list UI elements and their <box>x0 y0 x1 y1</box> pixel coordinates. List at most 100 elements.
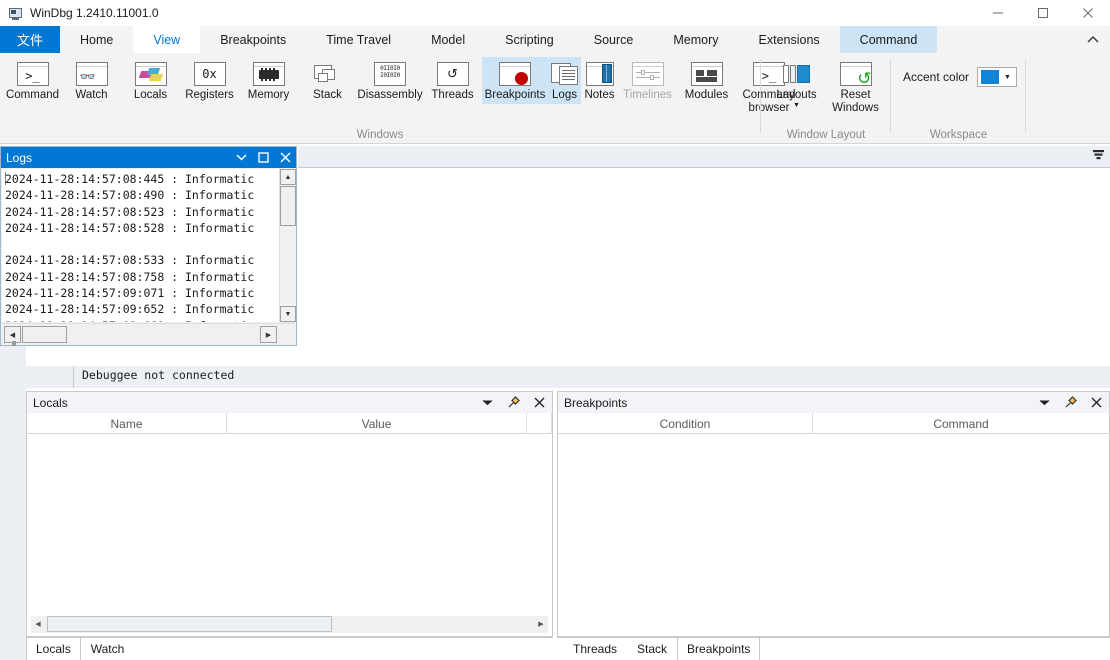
locals-column-filler <box>527 413 552 434</box>
pin-icon[interactable] <box>1057 392 1083 413</box>
pin-icon[interactable] <box>500 392 526 413</box>
windbg-window: WinDbg 1.2410.11001.0 文件 Home View Break… <box>0 0 1110 660</box>
ribbon-tab-home[interactable]: Home <box>60 26 133 53</box>
scroll-right-arrow[interactable]: ▶ <box>260 326 277 343</box>
disassembly-binary-icon: 0II0I0I0I0I0 <box>374 62 406 86</box>
ribbon-tab-view[interactable]: View <box>133 26 200 53</box>
dock-header-empty <box>298 146 1110 168</box>
reset-windows-icon: ↺ <box>840 62 872 86</box>
chevron-down-icon[interactable]: ▼ <box>793 102 800 110</box>
ribbon-tab-time-travel[interactable]: Time Travel <box>306 26 411 53</box>
accent-color-label: Accent color <box>903 70 969 84</box>
scroll-up-arrow[interactable]: ▲ <box>280 169 296 185</box>
bottom-tab-watch[interactable]: Watch <box>81 637 135 660</box>
registers-0x-icon: 0x <box>194 62 226 86</box>
ribbon-button-disassembly[interactable]: 0II0I0I0I0I0 Disassembly <box>357 57 423 104</box>
ribbon-button-reset-windows[interactable]: ↺ Reset Windows <box>826 57 885 116</box>
close-icon[interactable] <box>526 392 552 413</box>
breakpoints-column-command[interactable]: Command <box>813 413 1109 434</box>
left-gutter <box>0 346 26 660</box>
ribbon-tab-file[interactable]: 文件 <box>0 26 60 53</box>
status-message: Debuggee not connected <box>82 368 234 382</box>
ribbon-button-memory[interactable]: Memory <box>239 57 298 104</box>
logs-vertical-scrollbar[interactable]: ▲ ▼ <box>279 169 295 322</box>
horizontal-scroll-thumb[interactable] <box>47 616 332 632</box>
ribbon-button-watch[interactable]: 👓 Watch <box>62 57 121 104</box>
locals-column-name[interactable]: Name <box>27 413 227 434</box>
command-prompt-icon: >_ <box>17 62 49 86</box>
ribbon-tab-strip: 文件 Home View Breakpoints Time Travel Mod… <box>0 26 1110 53</box>
ribbon-group-window-layout: Layouts ▼ ↺ Reset Windows Window Layout <box>761 53 891 144</box>
locals-column-value[interactable]: Value <box>227 413 527 434</box>
maximize-icon[interactable] <box>252 147 274 168</box>
locals-horizontal-scrollbar[interactable]: ◀ ▶ <box>31 616 548 633</box>
ribbon-button-stack[interactable]: Stack <box>298 57 357 104</box>
ribbon-tab-model[interactable]: Model <box>411 26 485 53</box>
breakpoint-dot-icon <box>499 62 531 86</box>
breakpoints-pane: Breakpoints Condition Command <box>557 391 1110 637</box>
ribbon-tab-memory[interactable]: Memory <box>653 26 738 53</box>
bottom-tab-locals[interactable]: Locals <box>26 637 81 660</box>
locals-blocks-icon <box>135 62 167 86</box>
maximize-button[interactable] <box>1020 0 1065 26</box>
accent-color-swatch <box>981 70 999 84</box>
ribbon-tab-extensions[interactable]: Extensions <box>739 26 840 53</box>
locals-column-headers: Name Value <box>27 413 552 434</box>
breakpoints-column-condition[interactable]: Condition <box>558 413 813 434</box>
chevron-down-icon[interactable] <box>230 147 252 168</box>
timelines-slider-icon <box>632 62 664 86</box>
ribbon-button-logs[interactable]: Logs <box>548 57 581 104</box>
logs-text-area[interactable]: 2024-11-28:14:57:08:445 : Informatic 202… <box>2 169 295 322</box>
title-bar: WinDbg 1.2410.11001.0 <box>0 0 1110 26</box>
ribbon-button-notes[interactable]: Notes <box>581 57 618 104</box>
ribbon-button-timelines[interactable]: Timelines <box>618 57 677 104</box>
scroll-right-arrow[interactable]: ▶ <box>534 616 548 632</box>
bottom-tab-threads[interactable]: Threads <box>563 637 627 660</box>
ribbon-tab-command[interactable]: Command <box>840 26 938 53</box>
close-button[interactable] <box>1065 0 1110 26</box>
scroll-down-arrow[interactable]: ▼ <box>280 306 296 322</box>
chevron-down-icon[interactable] <box>1031 392 1057 413</box>
close-icon[interactable] <box>274 147 296 168</box>
window-title: WinDbg 1.2410.11001.0 <box>30 6 159 20</box>
locals-tab-row: Locals Watch <box>26 637 553 660</box>
minimize-button[interactable] <box>975 0 1020 26</box>
breakpoints-pane-header: Breakpoints <box>558 392 1109 413</box>
ribbon-tab-source[interactable]: Source <box>574 26 654 53</box>
breakpoints-rows[interactable] <box>558 434 1109 636</box>
bottom-tab-breakpoints[interactable]: Breakpoints <box>677 637 760 660</box>
filter-icon[interactable] <box>1092 149 1105 164</box>
ribbon-button-registers[interactable]: 0x Registers <box>180 57 239 104</box>
logs-title-label: Logs <box>6 151 32 165</box>
threads-loop-icon: ↺ <box>437 62 469 86</box>
windbg-app-icon <box>7 5 23 21</box>
ribbon-body: >_ Command 👓 Watch Locals <box>0 53 1110 144</box>
ribbon-button-layouts[interactable]: Layouts ▼ <box>767 57 826 112</box>
status-cell-empty <box>26 366 74 388</box>
close-icon[interactable] <box>1083 392 1109 413</box>
bottom-tab-stack[interactable]: Stack <box>627 637 677 660</box>
ribbon-button-command[interactable]: >_ Command <box>3 57 62 104</box>
ribbon-group-label-workspace: Workspace <box>891 129 1026 141</box>
logs-title-bar: Logs <box>1 147 296 168</box>
accent-color-picker[interactable]: ▼ <box>977 67 1017 87</box>
chevron-down-icon[interactable] <box>474 392 500 413</box>
ribbon-tab-breakpoints[interactable]: Breakpoints <box>200 26 306 53</box>
logs-horizontal-scrollbar[interactable]: ◀ ▶ <box>2 323 295 344</box>
locals-rows[interactable]: ◀ ▶ <box>27 434 552 636</box>
vertical-scroll-thumb[interactable] <box>280 186 296 226</box>
ribbon-button-modules[interactable]: Modules <box>677 57 736 104</box>
ribbon-group-label-window-layout: Window Layout <box>761 129 891 141</box>
chevron-down-icon[interactable]: ▼ <box>1004 74 1011 81</box>
ribbon-button-breakpoints[interactable]: Breakpoints <box>482 57 548 104</box>
ribbon-button-threads[interactable]: ↺ Threads <box>423 57 482 104</box>
breakpoints-pane-title: Breakpoints <box>564 396 627 410</box>
logs-content: 2024-11-28:14:57:08:445 : Informatic 202… <box>5 171 254 322</box>
chevron-up-icon[interactable] <box>1082 26 1104 53</box>
horizontal-scroll-thumb[interactable] <box>22 326 67 343</box>
locals-pane-header: Locals <box>27 392 552 413</box>
ribbon-button-locals[interactable]: Locals <box>121 57 180 104</box>
ribbon-tab-scripting[interactable]: Scripting <box>485 26 574 53</box>
modules-blocks-icon <box>691 62 723 86</box>
scroll-left-arrow[interactable]: ◀ <box>31 616 45 632</box>
